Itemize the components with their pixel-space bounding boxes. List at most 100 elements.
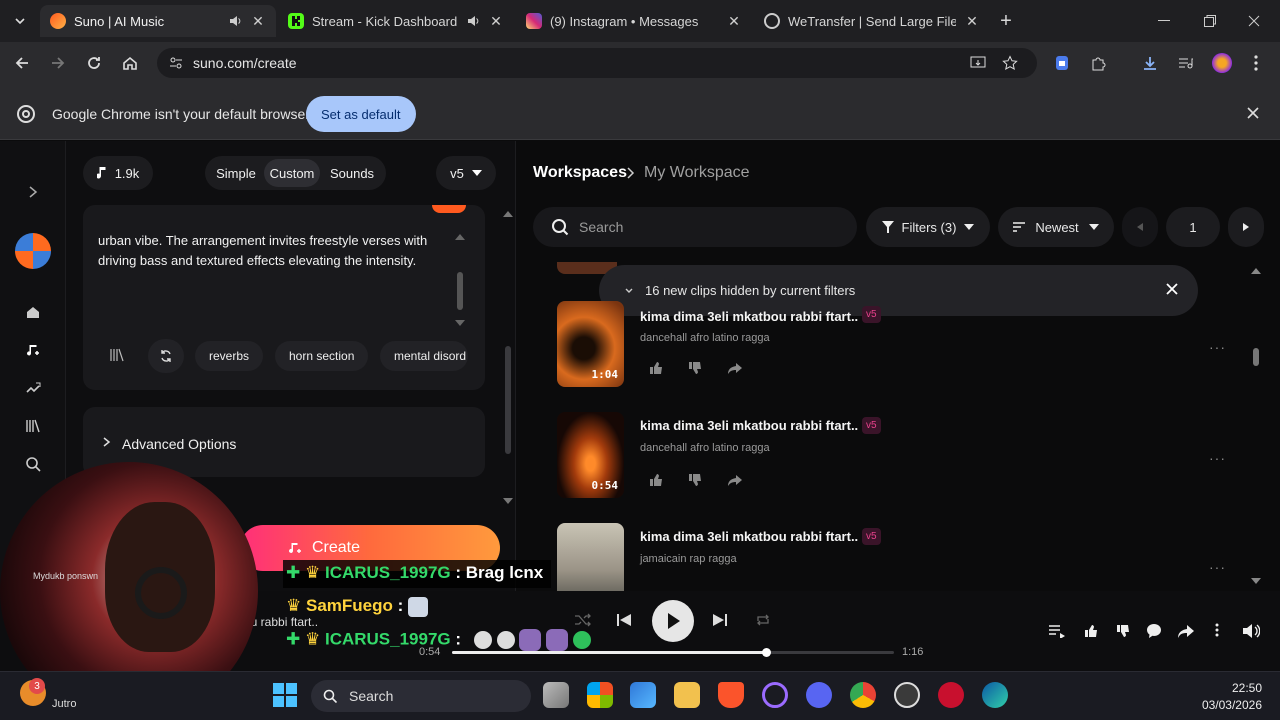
clip-style[interactable]: jamaicain rap ragga	[640, 553, 737, 565]
chrome-icon[interactable]	[850, 682, 876, 708]
thumbs-down-icon[interactable]	[1116, 624, 1130, 638]
shuffle-icon[interactable]	[575, 613, 591, 627]
progress-bar[interactable]	[452, 648, 894, 657]
close-infobar-icon[interactable]	[1246, 106, 1260, 120]
style-description-text[interactable]: urban vibe. The arrangement invites free…	[98, 231, 448, 271]
file-explorer-icon[interactable]	[674, 682, 700, 708]
bookmark-star-icon[interactable]	[996, 49, 1024, 77]
prev-page-button[interactable]	[1122, 207, 1158, 247]
tab-kick[interactable]: Stream - Kick Dashboard ✕	[278, 5, 514, 37]
store-icon[interactable]	[630, 682, 656, 708]
more-options-icon[interactable]	[1215, 623, 1219, 637]
close-window-icon[interactable]	[1240, 7, 1268, 35]
clock-time[interactable]: 22:50	[1200, 681, 1262, 695]
list-scroll-down-icon[interactable]	[1251, 578, 1261, 584]
thumbs-up-icon[interactable]	[1084, 624, 1098, 638]
scroll-up-arrow-icon[interactable]	[455, 234, 465, 240]
share-icon[interactable]	[728, 473, 744, 489]
expand-sidebar-chevron-icon[interactable]	[22, 181, 44, 203]
list-scroll-up-icon[interactable]	[1251, 268, 1261, 274]
style-library-icon[interactable]	[109, 347, 125, 363]
forward-arrow-icon[interactable]	[44, 49, 72, 77]
workspace-search-field[interactable]: Search	[533, 207, 857, 247]
profile-avatar[interactable]	[1208, 49, 1236, 77]
widgets-icon[interactable]	[587, 682, 613, 708]
clip-thumbnail[interactable]: 1:04	[557, 301, 624, 387]
more-options-icon[interactable]: ···	[1209, 339, 1226, 355]
minimize-window-icon[interactable]	[1150, 7, 1178, 35]
task-view-icon[interactable]	[543, 682, 569, 708]
mode-sounds-tab[interactable]: Sounds	[323, 159, 381, 187]
address-bar[interactable]: suno.com/create	[157, 48, 1037, 78]
share-icon[interactable]	[728, 361, 744, 377]
breadcrumb-current[interactable]: My Workspace	[644, 164, 750, 182]
panel-scroll-up-icon[interactable]	[503, 211, 513, 217]
record-button-edge[interactable]	[432, 205, 466, 213]
restore-window-icon[interactable]	[1196, 7, 1224, 35]
thumbs-up-icon[interactable]	[649, 473, 665, 489]
clip-row[interactable]: 1:04 kima dima 3eli mkatbou rabbi ftart.…	[557, 301, 1247, 391]
taskbar-search[interactable]: Search	[311, 680, 531, 712]
site-info-icon[interactable]	[169, 56, 183, 70]
tab-wetransfer[interactable]: WeTransfer | Send Large Files Fa ✕	[754, 5, 990, 37]
password-manager-icon[interactable]	[1048, 49, 1076, 77]
repeat-icon[interactable]	[756, 613, 770, 627]
clip-title[interactable]: kima dima 3eli mkatbou rabbi ftart..	[640, 418, 858, 433]
list-scrollbar-thumb[interactable]	[1253, 348, 1259, 366]
panel-scrollbar-thumb[interactable]	[505, 346, 511, 454]
app-red-icon[interactable]	[938, 682, 964, 708]
download-icon[interactable]	[1136, 49, 1164, 77]
user-avatar[interactable]	[15, 233, 51, 269]
clip-title[interactable]: kima dima 3eli mkatbou rabbi ftart..	[640, 529, 858, 544]
clip-row[interactable]: 0:54 kima dima 3eli mkatbou rabbi ftart.…	[557, 412, 1247, 502]
app-ring-icon[interactable]	[762, 682, 788, 708]
breadcrumb-workspaces[interactable]: Workspaces	[533, 164, 627, 182]
share-icon[interactable]	[1178, 623, 1194, 639]
thumbs-down-icon[interactable]	[688, 473, 704, 489]
clip-style[interactable]: dancehall afro latino ragga	[640, 442, 770, 454]
create-music-icon[interactable]	[22, 339, 44, 361]
next-page-button[interactable]	[1228, 207, 1264, 247]
more-options-icon[interactable]: ···	[1209, 559, 1226, 575]
scroll-down-arrow-icon[interactable]	[455, 320, 465, 326]
shuffle-tags-button[interactable]	[148, 339, 184, 373]
mode-simple-tab[interactable]: Simple	[209, 159, 263, 187]
comment-icon[interactable]	[1146, 623, 1162, 639]
close-tab-icon[interactable]: ✕	[250, 13, 266, 29]
reload-icon[interactable]	[80, 49, 108, 77]
clip-row[interactable]: kima dima 3eli mkatbou rabbi ftart.. v5 …	[557, 523, 1247, 591]
style-scrollbar-thumb[interactable]	[457, 272, 463, 310]
install-app-icon[interactable]	[964, 49, 992, 77]
close-tab-icon[interactable]: ✕	[964, 13, 980, 29]
credits-pill[interactable]: 1.9k	[83, 156, 153, 190]
close-notice-icon[interactable]	[1166, 283, 1178, 295]
style-tag[interactable]: reverbs	[195, 341, 264, 371]
close-tab-icon[interactable]: ✕	[488, 13, 504, 29]
play-button[interactable]	[652, 600, 694, 642]
clock-date[interactable]: 03/03/2026	[1190, 698, 1262, 712]
tab-search-chevron-icon[interactable]	[6, 7, 34, 35]
media-controls-icon[interactable]	[1172, 49, 1200, 77]
tab-suno[interactable]: Suno | AI Music ✕	[40, 5, 276, 37]
more-options-icon[interactable]: ···	[1209, 450, 1226, 466]
windows-start-icon[interactable]	[273, 683, 297, 707]
queue-icon[interactable]	[1049, 624, 1065, 638]
new-tab-plus-icon[interactable]: +	[992, 7, 1020, 35]
mode-custom-tab[interactable]: Custom	[264, 159, 320, 187]
studio-icon[interactable]	[22, 377, 44, 399]
clip-thumbnail[interactable]	[557, 523, 624, 591]
style-tag[interactable]: mental disord	[380, 341, 468, 371]
menu-kebab-icon[interactable]	[1242, 49, 1270, 77]
clip-thumbnail[interactable]: 0:54	[557, 412, 624, 498]
clip-title[interactable]: kima dima 3eli mkatbou rabbi ftart..	[640, 309, 858, 324]
sort-button[interactable]: Newest	[998, 207, 1114, 247]
library-icon[interactable]	[22, 415, 44, 437]
thumbs-up-icon[interactable]	[649, 361, 665, 377]
back-arrow-icon[interactable]	[8, 49, 36, 77]
edge-icon[interactable]	[982, 682, 1008, 708]
next-track-icon[interactable]	[713, 613, 727, 627]
obs-studio-icon[interactable]	[894, 682, 920, 708]
close-tab-icon[interactable]: ✕	[726, 13, 742, 29]
home-icon[interactable]	[116, 49, 144, 77]
previous-track-icon[interactable]	[617, 613, 631, 627]
